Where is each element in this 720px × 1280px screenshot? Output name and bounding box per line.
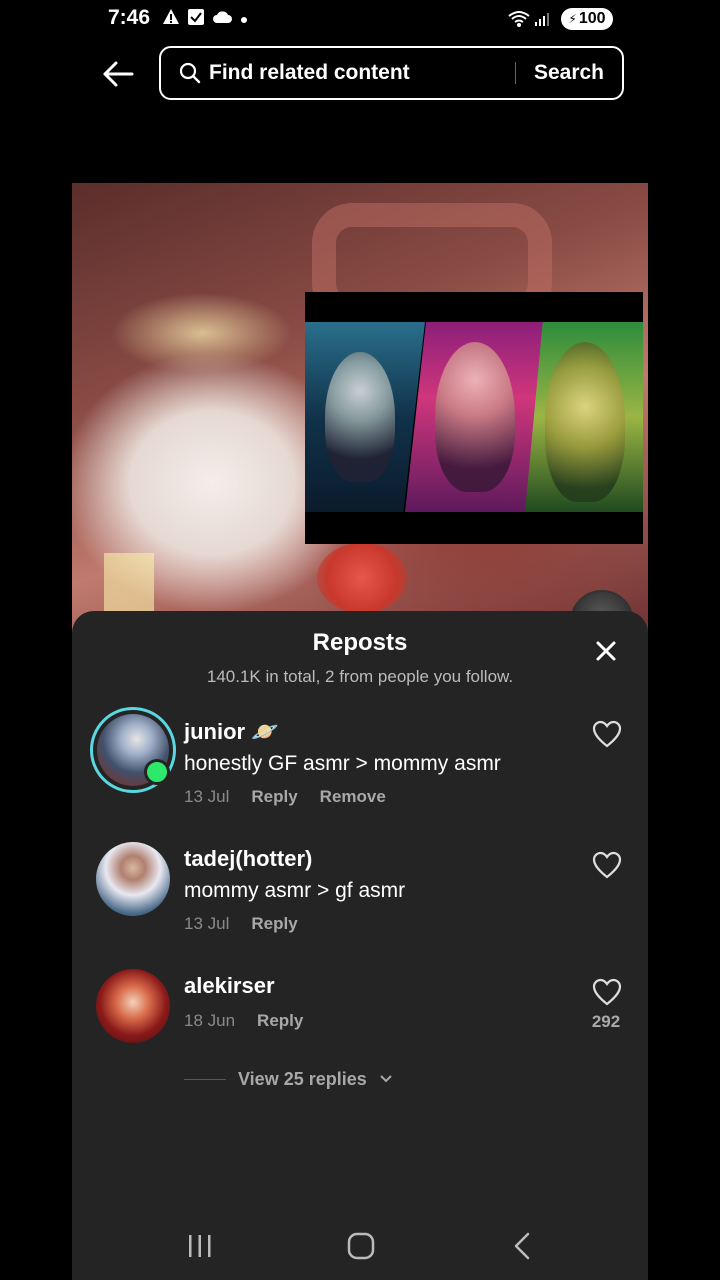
inset-panel-pink [405, 322, 545, 512]
back-button[interactable] [100, 56, 136, 92]
reply-button[interactable]: Reply [251, 787, 297, 807]
search-icon [177, 60, 203, 86]
comment-username[interactable]: tadej(hotter) [184, 846, 312, 872]
avatar[interactable] [96, 842, 170, 916]
home-button[interactable] [341, 1228, 381, 1264]
back-nav-button[interactable] [502, 1228, 542, 1264]
sheet-subtitle: 140.1K in total, 2 from people you follo… [206, 667, 514, 686]
heart-icon [592, 978, 622, 1006]
comment-item: alekirser 18 Jun Reply 292 [72, 967, 648, 1057]
comment-date: 13 Jul [184, 914, 230, 933]
comment-item: junior 🪐 honestly GF asmr > mommy asmr 1… [72, 707, 648, 827]
search-input[interactable]: Find related content [209, 61, 515, 85]
status-notification-icons [162, 8, 248, 31]
comment-meta: 13 Jul Reply Remove [184, 787, 386, 807]
home-icon [347, 1232, 375, 1260]
comment-username[interactable]: junior 🪐 [184, 719, 279, 745]
like-button[interactable] [590, 848, 624, 882]
back-arrow-icon [103, 61, 134, 87]
online-indicator [144, 759, 170, 785]
status-bar: 7:46 ⚡ 100 [0, 0, 720, 40]
search-bar[interactable]: Find related content Search [159, 46, 624, 100]
comment-date: 18 Jun [184, 1011, 236, 1030]
comment-text: mommy asmr > gf asmr [184, 879, 406, 902]
view-replies-label: View 25 replies [238, 1069, 367, 1089]
inset-panel-blue [305, 322, 425, 512]
heart-icon [592, 720, 622, 748]
battery-icon: ⚡ [568, 12, 577, 26]
sheet-title: Reposts [312, 629, 408, 656]
comment-meta: 13 Jul Reply [184, 914, 298, 934]
status-connectivity [508, 10, 550, 33]
cloud-icon [212, 10, 232, 29]
recent-apps-icon [189, 1235, 211, 1257]
heart-icon [592, 851, 622, 879]
chevron-down-icon [379, 1071, 393, 1089]
remove-button[interactable]: Remove [320, 787, 386, 807]
dot-icon [240, 11, 248, 29]
comment-item: tadej(hotter) mommy asmr > gf asmr 13 Ju… [72, 840, 648, 950]
comment-date: 13 Jul [184, 787, 230, 806]
close-icon [596, 641, 616, 661]
battery-level: 100 [578, 10, 606, 27]
alert-icon [162, 8, 180, 31]
signal-icon [534, 11, 550, 32]
view-replies-button[interactable]: View 25 replies [184, 1069, 393, 1090]
battery-indicator: ⚡ 100 [561, 8, 613, 30]
comment-text: honestly GF asmr > mommy asmr [184, 752, 501, 775]
inset-panel-green [525, 322, 643, 512]
close-button[interactable] [592, 637, 620, 665]
like-button[interactable] [590, 717, 624, 751]
video-inset-image [305, 292, 643, 544]
reposts-sheet: Reposts 140.1K in total, 2 from people y… [72, 611, 648, 1280]
comment-username[interactable]: alekirser [184, 973, 275, 999]
chevron-left-icon [514, 1232, 530, 1260]
avatar[interactable] [96, 969, 170, 1043]
search-button[interactable]: Search [516, 61, 622, 85]
system-navigation-bar [72, 1210, 648, 1280]
check-box-icon [188, 9, 204, 30]
view-replies-line [184, 1079, 226, 1080]
status-time: 7:46 [108, 6, 151, 29]
reply-button[interactable]: Reply [251, 914, 297, 934]
like-count: 292 [591, 1012, 621, 1031]
comment-meta: 18 Jun Reply [184, 1011, 303, 1031]
video-red-ornament [317, 543, 407, 613]
reply-button[interactable]: Reply [257, 1011, 303, 1031]
recent-apps-button[interactable] [180, 1228, 220, 1264]
wifi-icon [508, 10, 530, 33]
like-button[interactable] [590, 975, 624, 1009]
